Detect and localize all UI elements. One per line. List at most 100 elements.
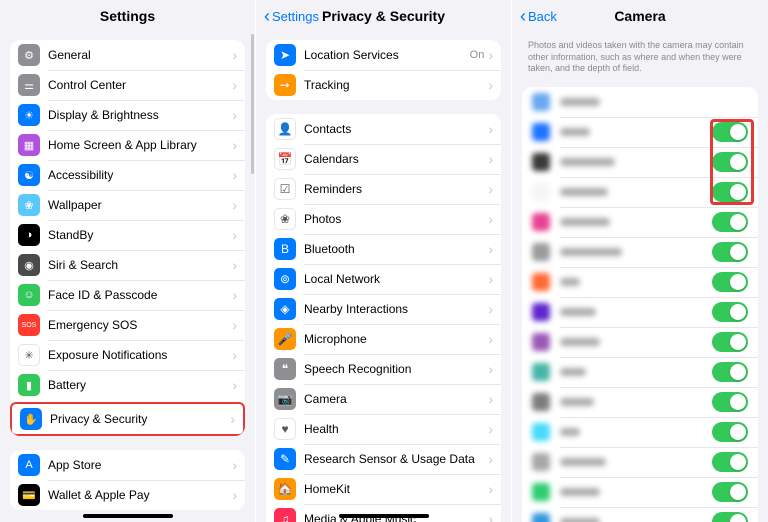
settings-row-standby[interactable]: ◑StandBy› bbox=[10, 220, 245, 250]
app-name-blurred bbox=[560, 98, 600, 106]
privacy-row-media-apple-music[interactable]: ♫Media & Apple Music› bbox=[266, 504, 501, 522]
row-label: Tracking bbox=[304, 78, 488, 92]
blurred-app bbox=[532, 513, 712, 522]
row-label: Bluetooth bbox=[304, 242, 488, 256]
row-label: Speech Recognition bbox=[304, 362, 488, 376]
chevron-right-icon: › bbox=[232, 317, 237, 333]
row-label: Face ID & Passcode bbox=[48, 288, 232, 302]
row-label: Accessibility bbox=[48, 168, 232, 182]
camera-scroll[interactable]: Photos and videos taken with the camera … bbox=[512, 32, 768, 522]
camera-toggle[interactable] bbox=[712, 122, 748, 142]
privacy-group: 👤Contacts›📅Calendars›☑Reminders›❀Photos›… bbox=[266, 114, 501, 522]
privacy-row-homekit[interactable]: 🏠HomeKit› bbox=[266, 474, 501, 504]
settings-row-accessibility[interactable]: ☯Accessibility› bbox=[10, 160, 245, 190]
row-label: App Store bbox=[48, 458, 232, 472]
camera-toggle[interactable] bbox=[712, 512, 748, 522]
back-button[interactable]: ‹ Settings bbox=[264, 7, 319, 25]
camera-app-row bbox=[522, 117, 758, 147]
settings-row-emergency-sos[interactable]: SOSEmergency SOS› bbox=[10, 310, 245, 340]
camera-toggle[interactable] bbox=[712, 362, 748, 382]
app-icon bbox=[532, 93, 550, 111]
camera-toggle[interactable] bbox=[712, 482, 748, 502]
camera-toggle[interactable] bbox=[712, 272, 748, 292]
privacy-row-contacts[interactable]: 👤Contacts› bbox=[266, 114, 501, 144]
camera-toggle[interactable] bbox=[712, 392, 748, 412]
privacy-row-nearby-interactions[interactable]: ◈Nearby Interactions› bbox=[266, 294, 501, 324]
app-name-blurred bbox=[560, 218, 610, 226]
settings-header: Settings bbox=[0, 0, 255, 32]
camera-toggle[interactable] bbox=[712, 452, 748, 472]
back-button[interactable]: ‹ Back bbox=[520, 7, 557, 25]
chevron-right-icon: › bbox=[232, 167, 237, 183]
privacy-row-health[interactable]: ♥Health› bbox=[266, 414, 501, 444]
blurred-app bbox=[532, 93, 748, 111]
privacy-row-location-services[interactable]: ➤Location ServicesOn› bbox=[266, 40, 501, 70]
privacy-row-reminders[interactable]: ☑Reminders› bbox=[266, 174, 501, 204]
privacy-row-speech-recognition[interactable]: ❝Speech Recognition› bbox=[266, 354, 501, 384]
camera-toggle[interactable] bbox=[712, 212, 748, 232]
home-indicator[interactable] bbox=[339, 514, 429, 518]
chevron-right-icon: › bbox=[488, 511, 493, 522]
research-icon: ✎ bbox=[274, 448, 296, 470]
settings-row-face-id-passcode[interactable]: ☺Face ID & Passcode› bbox=[10, 280, 245, 310]
exposure-icon: ✳ bbox=[18, 344, 40, 366]
privacy-row-microphone[interactable]: 🎤Microphone› bbox=[266, 324, 501, 354]
wallpaper-icon: ❀ bbox=[18, 194, 40, 216]
settings-row-home-screen-app-library[interactable]: ▦Home Screen & App Library› bbox=[10, 130, 245, 160]
privacy-row-tracking[interactable]: ➙Tracking› bbox=[266, 70, 501, 100]
row-label: General bbox=[48, 48, 232, 62]
bluetooth-icon: B bbox=[274, 238, 296, 260]
camera-toggle[interactable] bbox=[712, 422, 748, 442]
settings-row-battery[interactable]: ▮Battery› bbox=[10, 370, 245, 400]
app-icon bbox=[532, 423, 550, 441]
privacy-row-bluetooth[interactable]: BBluetooth› bbox=[266, 234, 501, 264]
app-icon bbox=[532, 243, 550, 261]
app-name-blurred bbox=[560, 128, 590, 136]
camera-toggle[interactable] bbox=[712, 242, 748, 262]
camera-toggle[interactable] bbox=[712, 152, 748, 172]
chevron-right-icon: › bbox=[488, 421, 493, 437]
camera-app-row bbox=[522, 417, 758, 447]
settings-panel: Settings ⚙General›⚌Control Center›☀Displ… bbox=[0, 0, 256, 522]
settings-row-general[interactable]: ⚙General› bbox=[10, 40, 245, 70]
camera-panel: ‹ Back Camera Photos and videos taken wi… bbox=[512, 0, 768, 522]
privacy-row-research-sensor-usage-data[interactable]: ✎Research Sensor & Usage Data› bbox=[266, 444, 501, 474]
settings-row-display-brightness[interactable]: ☀Display & Brightness› bbox=[10, 100, 245, 130]
settings-row-wallpaper[interactable]: ❀Wallpaper› bbox=[10, 190, 245, 220]
faceid-icon: ☺ bbox=[18, 284, 40, 306]
settings-row-control-center[interactable]: ⚌Control Center› bbox=[10, 70, 245, 100]
camera-toggle[interactable] bbox=[712, 182, 748, 202]
app-name-blurred bbox=[560, 338, 600, 346]
privacy-row-local-network[interactable]: ⊚Local Network› bbox=[266, 264, 501, 294]
page-title: Privacy & Security bbox=[322, 8, 445, 24]
camera-app-row bbox=[522, 357, 758, 387]
blurred-app bbox=[532, 213, 712, 231]
row-label: Health bbox=[304, 422, 488, 436]
row-label: Microphone bbox=[304, 332, 488, 346]
scrollbar[interactable] bbox=[251, 34, 254, 174]
privacy-scroll[interactable]: ➤Location ServicesOn›➙Tracking›👤Contacts… bbox=[256, 32, 511, 522]
row-label: Battery bbox=[48, 378, 232, 392]
app-name-blurred bbox=[560, 278, 580, 286]
settings-row-siri-search[interactable]: ◉Siri & Search› bbox=[10, 250, 245, 280]
settings-scroll[interactable]: ⚙General›⚌Control Center›☀Display & Brig… bbox=[0, 32, 255, 522]
row-label: Nearby Interactions bbox=[304, 302, 488, 316]
row-label: Display & Brightness bbox=[48, 108, 232, 122]
privacy-row-calendars[interactable]: 📅Calendars› bbox=[266, 144, 501, 174]
settings-row-exposure-notifications[interactable]: ✳Exposure Notifications› bbox=[10, 340, 245, 370]
privacy-row-camera[interactable]: 📷Camera› bbox=[266, 384, 501, 414]
app-icon bbox=[532, 303, 550, 321]
chevron-right-icon: › bbox=[232, 197, 237, 213]
grid-icon: ▦ bbox=[18, 134, 40, 156]
camera-app-row bbox=[522, 267, 758, 297]
privacy-row-photos[interactable]: ❀Photos› bbox=[266, 204, 501, 234]
camera-app-row bbox=[522, 327, 758, 357]
camera-toggle[interactable] bbox=[712, 302, 748, 322]
home-indicator[interactable] bbox=[83, 514, 173, 518]
tracking-icon: ➙ bbox=[274, 74, 296, 96]
settings-row-privacy-security[interactable]: ✋Privacy & Security› bbox=[12, 404, 243, 434]
camera-toggle[interactable] bbox=[712, 332, 748, 352]
chevron-right-icon: › bbox=[488, 151, 493, 167]
settings-row-wallet-apple-pay[interactable]: 💳Wallet & Apple Pay› bbox=[10, 480, 245, 510]
settings-row-app-store[interactable]: AApp Store› bbox=[10, 450, 245, 480]
